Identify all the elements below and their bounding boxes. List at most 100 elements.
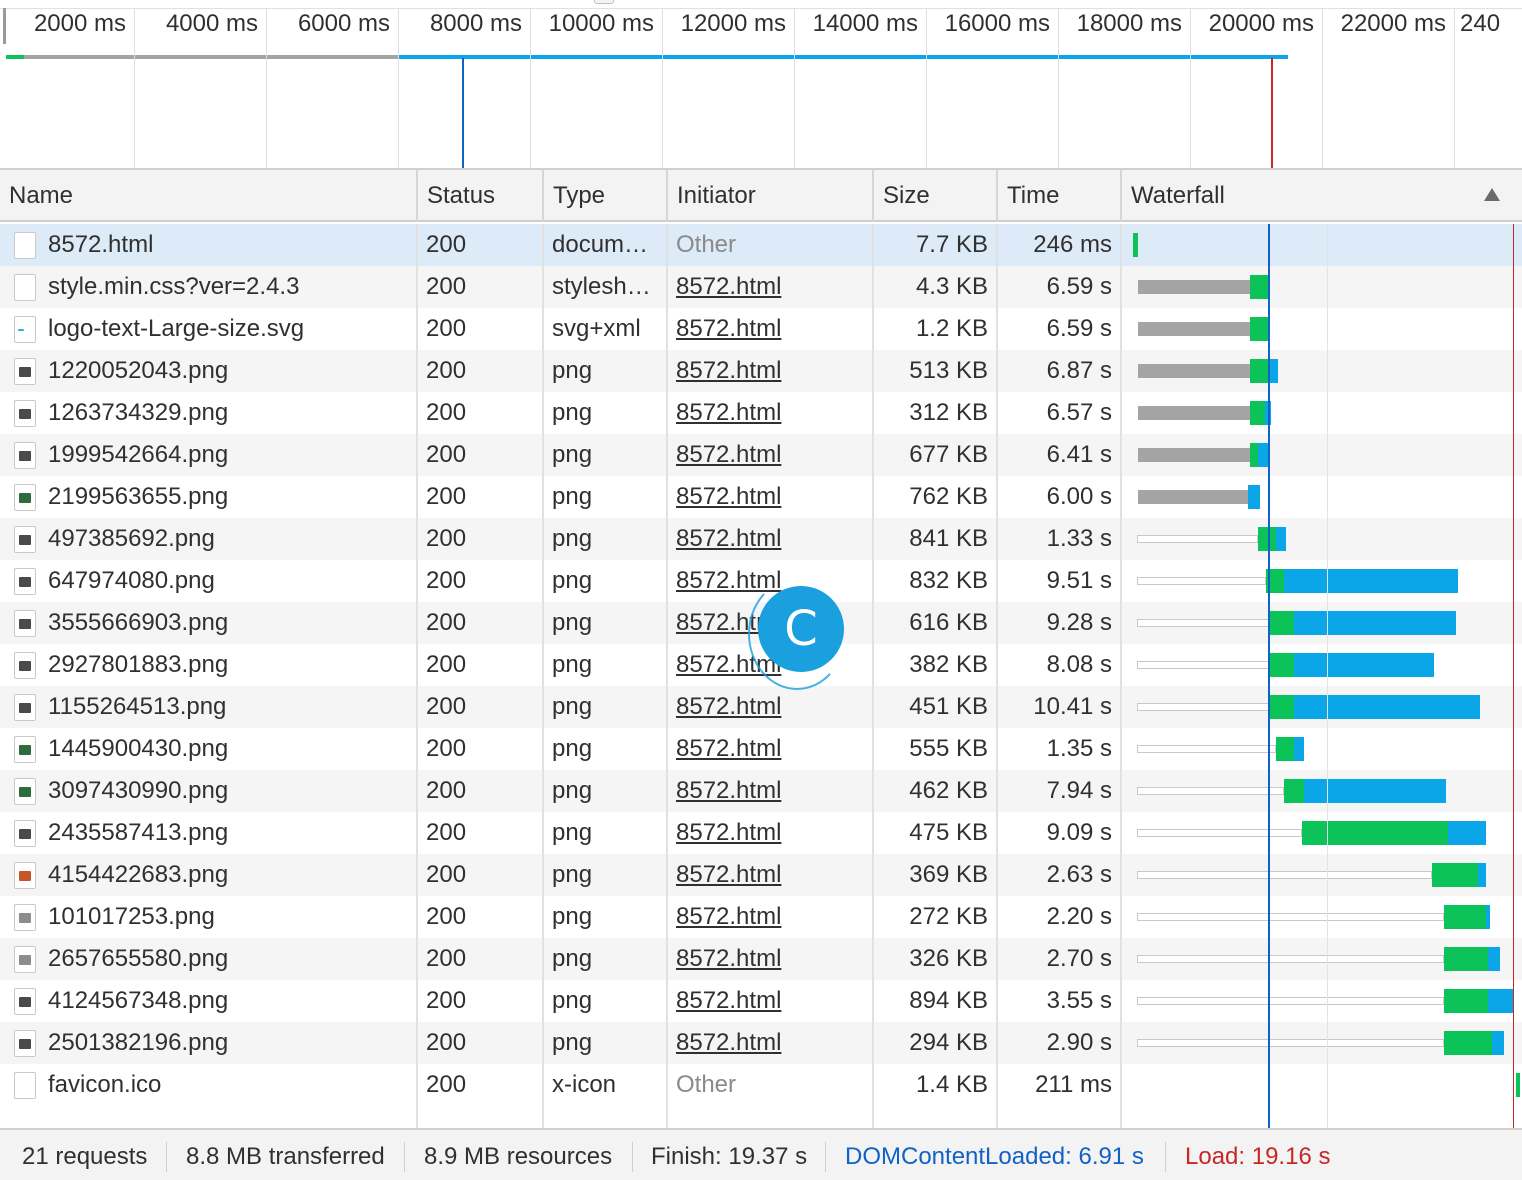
request-row[interactable]: 4154422683.png 200 png 8572.html 369 KB 2.63 … <box>0 854 1522 896</box>
request-size: 555 KB <box>909 735 988 762</box>
waterfall-ttfb-bar <box>1250 359 1270 383</box>
request-status: 200 <box>426 273 467 300</box>
waterfall-download-bar <box>1294 737 1304 761</box>
column-header-initiator[interactable]: Initiator <box>668 170 874 222</box>
request-row[interactable]: style.min.css?ver=2.4.3 200 stylesh… 8572.h… <box>0 266 1522 308</box>
request-row[interactable]: 2657655580.png 200 png 8572.html 326 KB 2.70 … <box>0 938 1522 980</box>
timeline-overview[interactable]: 2000 ms 4000 ms 6000 ms 8000 ms 10000 ms 1200… <box>0 0 1522 170</box>
waterfall-queue-bar <box>1138 322 1250 336</box>
request-name[interactable]: logo-text-Large-size.svg <box>48 308 414 350</box>
request-initiator[interactable]: 8572.html <box>676 266 866 308</box>
waterfall-queue-bar <box>1138 490 1248 504</box>
request-row[interactable]: 1220052043.png 200 png 8572.html 513 KB 6.87 … <box>0 350 1522 392</box>
overview-tick-label: 6000 ms <box>297 10 390 37</box>
request-name[interactable]: 1999542664.png <box>48 434 414 476</box>
request-initiator[interactable]: 8572.html <box>676 476 866 518</box>
overview-domcontentloaded-marker <box>462 58 464 168</box>
request-initiator[interactable]: 8572.html <box>676 1022 866 1064</box>
image-icon <box>14 400 36 427</box>
column-header-status[interactable]: Status <box>418 170 544 222</box>
request-name[interactable]: 2927801883.png <box>48 644 414 686</box>
request-initiator[interactable]: 8572.html <box>676 434 866 476</box>
request-size: 677 KB <box>909 441 988 468</box>
request-name[interactable]: 4154422683.png <box>48 854 414 896</box>
request-name[interactable]: 8572.html <box>48 224 414 266</box>
waterfall-ttfb-bar <box>1250 317 1270 341</box>
request-name[interactable]: favicon.ico <box>48 1064 414 1106</box>
request-name[interactable]: style.min.css?ver=2.4.3 <box>48 266 414 308</box>
request-initiator[interactable]: 8572.html <box>676 854 866 896</box>
request-initiator[interactable]: 8572.html <box>676 812 866 854</box>
request-name[interactable]: 2199563655.png <box>48 476 414 518</box>
sort-ascending-icon[interactable] <box>1484 188 1500 201</box>
request-initiator[interactable]: 8572.html <box>676 728 866 770</box>
waterfall-download-bar <box>1492 1031 1504 1055</box>
request-name[interactable]: 1445900430.png <box>48 728 414 770</box>
request-row[interactable]: 1155264513.png 200 png 8572.html 451 KB 10.41… <box>0 686 1522 728</box>
overview-download-segment <box>398 55 1288 59</box>
request-row[interactable]: logo-text-Large-size.svg 200 svg+xml 8572.h… <box>0 308 1522 350</box>
request-size: 369 KB <box>909 861 988 888</box>
request-initiator[interactable]: 8572.html <box>676 770 866 812</box>
request-row[interactable]: 3097430990.png 200 png 8572.html 462 KB 7.94 … <box>0 770 1522 812</box>
waterfall-ttfb-bar <box>1444 989 1488 1013</box>
request-type: png <box>552 945 593 972</box>
request-time: 246 ms <box>1033 231 1112 258</box>
waterfall-ttfb-bar <box>1444 905 1486 929</box>
request-size: 841 KB <box>909 525 988 552</box>
column-header-type[interactable]: Type <box>544 170 668 222</box>
column-header-name[interactable]: Name <box>0 170 418 222</box>
request-status: 200 <box>426 315 467 342</box>
request-name[interactable]: 4124567348.png <box>48 980 414 1022</box>
overview-tick-label: 12000 ms <box>680 10 786 37</box>
request-row[interactable]: 1263734329.png 200 png 8572.html 312 KB 6.57 … <box>0 392 1522 434</box>
request-row[interactable]: 101017253.png 200 png 8572.html 272 KB 2.20 s <box>0 896 1522 938</box>
overview-gridline <box>134 8 135 168</box>
request-row[interactable]: 1445900430.png 200 png 8572.html 555 KB 1.35 … <box>0 728 1522 770</box>
request-name[interactable]: 2657655580.png <box>48 938 414 980</box>
request-name[interactable]: 1263734329.png <box>48 392 414 434</box>
request-initiator[interactable]: 8572.html <box>676 938 866 980</box>
request-name[interactable]: 101017253.png <box>48 896 414 938</box>
request-name[interactable]: 497385692.png <box>48 518 414 560</box>
request-name[interactable]: 1220052043.png <box>48 350 414 392</box>
request-initiator[interactable]: 8572.html <box>676 308 866 350</box>
request-row[interactable]: 2435587413.png 200 png 8572.html 475 KB 9.09 … <box>0 812 1522 854</box>
waterfall-domcontentloaded-marker <box>1268 224 1270 1128</box>
request-initiator[interactable]: 8572.html <box>676 350 866 392</box>
request-row[interactable]: favicon.ico 200 x-icon Other 1.4 KB 211 ms <box>0 1064 1522 1106</box>
request-initiator[interactable]: 8572.html <box>676 896 866 938</box>
request-initiator[interactable]: 8572.html <box>676 980 866 1022</box>
request-initiator[interactable]: 8572.html <box>676 518 866 560</box>
request-status: 200 <box>426 231 467 258</box>
column-header-size[interactable]: Size <box>874 170 998 222</box>
overview-resize-handle[interactable] <box>594 0 614 4</box>
request-row[interactable]: 4124567348.png 200 png 8572.html 894 KB 3.55 … <box>0 980 1522 1022</box>
request-name[interactable]: 3097430990.png <box>48 770 414 812</box>
request-name[interactable]: 2435587413.png <box>48 812 414 854</box>
request-row[interactable]: 1999542664.png 200 png 8572.html 677 KB 6.41 … <box>0 434 1522 476</box>
request-initiator[interactable]: 8572.html <box>676 392 866 434</box>
column-header-waterfall[interactable]: Waterfall <box>1122 170 1522 222</box>
image-icon <box>14 358 36 385</box>
request-row[interactable]: 2199563655.png 200 png 8572.html 762 KB 6.00 … <box>0 476 1522 518</box>
request-status: 200 <box>426 399 467 426</box>
waterfall-stalled-bar <box>1137 1039 1444 1047</box>
request-initiator: Other <box>676 231 737 258</box>
column-header-time[interactable]: Time <box>998 170 1122 222</box>
waterfall-download-bar <box>1304 779 1446 803</box>
request-name[interactable]: 1155264513.png <box>48 686 414 728</box>
request-initiator[interactable]: 8572.html <box>676 686 866 728</box>
request-type: png <box>552 357 593 384</box>
request-time: 6.00 s <box>1046 483 1112 510</box>
waterfall-download-bar <box>1270 359 1278 383</box>
stylesheet-icon <box>14 274 36 301</box>
request-row[interactable]: 8572.html 200 docum… Other 7.7 KB 246 ms <box>0 224 1522 266</box>
waterfall-download-bar <box>1486 905 1490 929</box>
request-name[interactable]: 647974080.png <box>48 560 414 602</box>
request-row[interactable]: 497385692.png 200 png 8572.html 841 KB 1.33 s <box>0 518 1522 560</box>
request-name[interactable]: 2501382196.png <box>48 1022 414 1064</box>
request-name[interactable]: 3555666903.png <box>48 602 414 644</box>
request-row[interactable]: 2501382196.png 200 png 8572.html 294 KB 2.90 … <box>0 1022 1522 1064</box>
waterfall-stalled-bar <box>1137 997 1444 1005</box>
